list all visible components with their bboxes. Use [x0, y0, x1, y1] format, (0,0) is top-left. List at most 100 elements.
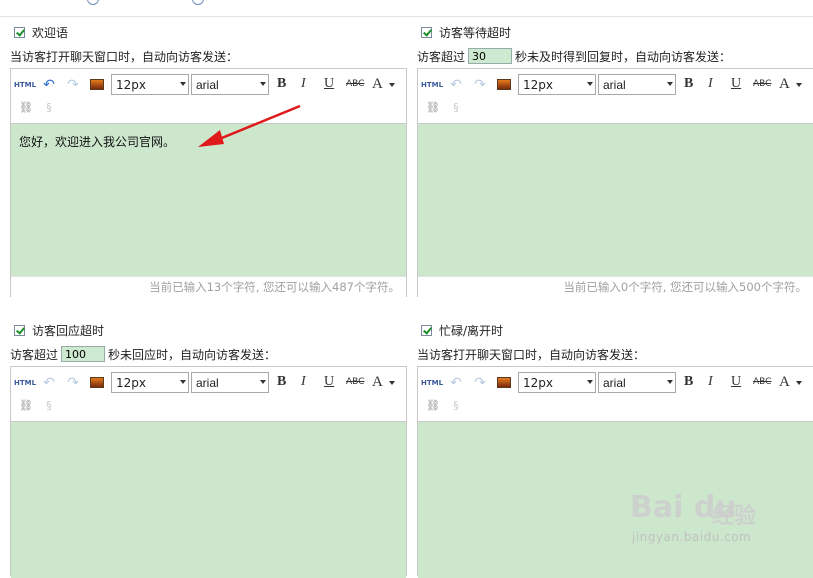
font-family-value: arial [196, 375, 219, 390]
unlink-icon[interactable]: § [41, 100, 57, 114]
wait-timeout-content-area[interactable] [418, 123, 813, 276]
image-icon[interactable] [497, 377, 511, 388]
html-source-button[interactable]: HTML [14, 79, 36, 91]
italic-button[interactable]: I [708, 75, 713, 93]
unlink-icon[interactable]: § [448, 398, 464, 412]
font-family-select[interactable]: arial [191, 372, 269, 393]
image-icon[interactable] [90, 79, 104, 90]
chevron-down-icon [180, 82, 186, 86]
font-size-value: 12px [116, 375, 146, 390]
underline-button[interactable]: U [324, 75, 334, 93]
reply-timeout-checkbox[interactable] [14, 324, 25, 336]
chevron-down-icon[interactable] [796, 83, 802, 87]
welcome-content-text: 您好，欢迎进入我公司官网。 [19, 135, 176, 149]
radio-button[interactable] [192, 0, 204, 5]
link-icon[interactable]: ⛓ [18, 101, 34, 114]
font-size-value: 12px [523, 77, 553, 92]
font-size-select[interactable]: 12px [111, 74, 189, 95]
chevron-down-icon [587, 380, 593, 384]
reply-timeout-seconds-input[interactable] [61, 346, 106, 362]
underline-button[interactable]: U [324, 373, 334, 391]
italic-button[interactable]: I [301, 75, 306, 93]
font-family-value: arial [603, 77, 626, 92]
redo-icon[interactable]: ↷ [65, 375, 81, 391]
font-size-select[interactable]: 12px [111, 372, 189, 393]
radio-button[interactable] [87, 0, 99, 5]
underline-button[interactable]: U [731, 75, 741, 93]
wait-timeout-desc-suffix: 秒未及时得到回复时，自动向访客发送： [515, 49, 732, 64]
busy-away-checkbox-row[interactable]: 忙碌/离开时 [421, 322, 503, 338]
html-source-button[interactable]: HTML [421, 79, 443, 91]
undo-icon[interactable]: ↶ [41, 375, 57, 391]
font-size-select[interactable]: 12px [518, 74, 596, 95]
chevron-down-icon[interactable] [389, 83, 395, 87]
welcome-char-count: 当前已输入13个字符, 您还可以输入487个字符。 [11, 276, 406, 297]
undo-icon[interactable]: ↶ [41, 77, 57, 93]
strikethrough-button[interactable]: ABC [753, 75, 771, 93]
font-family-value: arial [603, 375, 626, 390]
chevron-down-icon [260, 380, 266, 384]
welcome-checkbox[interactable] [14, 26, 25, 38]
wait-timeout-checkbox-row[interactable]: 访客等待超时 [421, 24, 511, 40]
busy-away-title: 忙碌/离开时 [439, 323, 504, 338]
bold-button[interactable]: B [277, 373, 286, 391]
font-size-value: 12px [523, 375, 553, 390]
wait-timeout-checkbox[interactable] [421, 26, 432, 38]
link-icon[interactable]: ⛓ [425, 101, 441, 114]
html-source-button[interactable]: HTML [421, 377, 443, 389]
image-icon[interactable] [90, 377, 104, 388]
watermark-url: jingyan.baidu.com [632, 530, 752, 544]
redo-icon[interactable]: ↷ [65, 77, 81, 93]
watermark-cn: 经验 [712, 504, 757, 529]
wait-timeout-description: 访客超过 秒未及时得到回复时，自动向访客发送： [417, 47, 731, 65]
reply-timeout-desc-suffix: 秒未回应时，自动向访客发送： [108, 347, 277, 362]
chevron-down-icon[interactable] [796, 381, 802, 385]
wait-timeout-seconds-input[interactable] [468, 48, 513, 64]
reply-timeout-content-area[interactable] [11, 421, 406, 578]
italic-button[interactable]: I [301, 373, 306, 391]
top-radio-row-cut [0, 0, 813, 17]
chevron-down-icon[interactable] [389, 381, 395, 385]
editor-toolbar: HTML ↶ ↷ 12px arial B I U ABC A ⛓ § [418, 367, 813, 421]
redo-icon[interactable]: ↷ [472, 375, 488, 391]
underline-button[interactable]: U [731, 373, 741, 391]
font-size-select[interactable]: 12px [518, 372, 596, 393]
bold-button[interactable]: B [277, 75, 286, 93]
font-color-button[interactable]: A [779, 373, 790, 391]
chevron-down-icon [667, 82, 673, 86]
welcome-title: 欢迎语 [32, 25, 69, 40]
font-color-button[interactable]: A [372, 373, 383, 391]
font-size-value: 12px [116, 77, 146, 92]
baidu-jingyan-watermark: Bai du 经验 jingyan.baidu.com [630, 480, 813, 566]
image-icon[interactable] [497, 79, 511, 90]
link-icon[interactable]: ⛓ [425, 399, 441, 412]
strikethrough-button[interactable]: ABC [346, 75, 364, 93]
reply-timeout-description: 访客超过 秒未回应时，自动向访客发送： [10, 345, 276, 363]
font-family-select[interactable]: arial [598, 74, 676, 95]
font-family-select[interactable]: arial [598, 372, 676, 393]
editor-toolbar: HTML ↶ ↷ 12px arial B I U ABC A ⛓ § [418, 69, 813, 123]
welcome-desc-text: 当访客打开聊天窗口时，自动向访客发送： [10, 49, 239, 64]
font-color-button[interactable]: A [779, 75, 790, 93]
welcome-checkbox-row[interactable]: 欢迎语 [14, 24, 68, 40]
reply-timeout-checkbox-row[interactable]: 访客回应超时 [14, 322, 104, 338]
bold-button[interactable]: B [684, 75, 693, 93]
italic-button[interactable]: I [708, 373, 713, 391]
strikethrough-button[interactable]: ABC [346, 373, 364, 391]
reply-timeout-title: 访客回应超时 [32, 323, 105, 338]
html-source-button[interactable]: HTML [14, 377, 36, 389]
unlink-icon[interactable]: § [448, 100, 464, 114]
undo-icon[interactable]: ↶ [448, 77, 464, 93]
font-family-select[interactable]: arial [191, 74, 269, 95]
unlink-icon[interactable]: § [41, 398, 57, 412]
strikethrough-button[interactable]: ABC [753, 373, 771, 391]
reply-timeout-desc-prefix: 访客超过 [10, 347, 59, 362]
chevron-down-icon [260, 82, 266, 86]
link-icon[interactable]: ⛓ [18, 399, 34, 412]
wait-timeout-char-count: 当前已输入0个字符, 您还可以输入500个字符。 [418, 276, 813, 297]
bold-button[interactable]: B [684, 373, 693, 391]
redo-icon[interactable]: ↷ [472, 77, 488, 93]
undo-icon[interactable]: ↶ [448, 375, 464, 391]
font-color-button[interactable]: A [372, 75, 383, 93]
busy-away-checkbox[interactable] [421, 324, 432, 336]
